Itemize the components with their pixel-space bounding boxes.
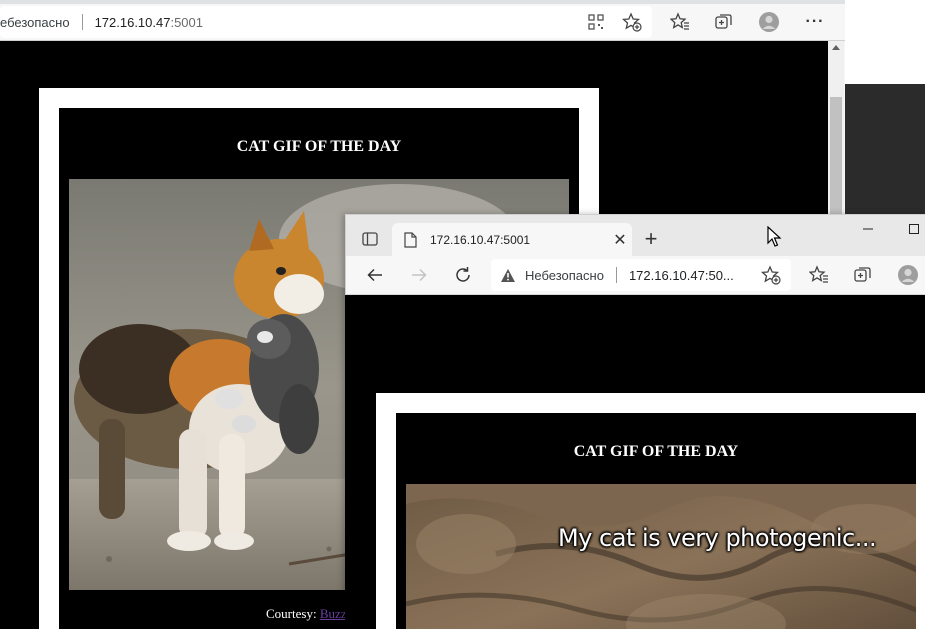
front-address-bar[interactable]: Небезопасно 172.16.10.47:50... [491, 259, 791, 291]
front-tab-bar: 172.16.10.47:5001 ✕ + [345, 214, 925, 257]
forward-icon[interactable] [407, 263, 431, 287]
cursor-icon [762, 225, 786, 249]
front-security-label[interactable]: Небезопасно [525, 268, 604, 283]
refresh-icon[interactable] [451, 263, 475, 287]
add-favorite-icon[interactable] [620, 10, 644, 34]
back-url-port[interactable]: :5001 [170, 15, 203, 30]
maximize-icon[interactable] [902, 217, 925, 241]
courtesy-link[interactable]: Buzz [320, 606, 347, 621]
profile-avatar-icon[interactable] [896, 263, 920, 287]
collections-icon[interactable] [712, 10, 736, 34]
back-url-host[interactable]: 172.16.10.47 [95, 15, 171, 30]
back-icon[interactable] [363, 263, 387, 287]
page-title: CAT GIF OF THE DAY [236, 138, 402, 155]
minimize-icon[interactable] [856, 217, 880, 241]
card-inner: CAT GIF OF THE DAY [396, 413, 916, 629]
tab-actions-icon[interactable] [358, 227, 382, 251]
favorites-icon[interactable] [668, 10, 692, 34]
desktop-background-dark [845, 84, 925, 214]
courtesy-text: Courtesy: Buzz [266, 606, 347, 622]
warning-icon[interactable] [491, 263, 525, 287]
collections-icon[interactable] [851, 263, 875, 287]
back-address-bar[interactable]: ебезопасно 172.16.10.47:5001 [0, 6, 652, 38]
card-frame: CAT GIF OF THE DAY [376, 393, 925, 629]
front-browser-window: 172.16.10.47:5001 ✕ + Небезопасно 172.16… [345, 214, 925, 629]
front-toolbar: Небезопасно 172.16.10.47:50... [345, 256, 925, 294]
courtesy-label: Courtesy: [266, 606, 320, 621]
address-divider [615, 267, 617, 283]
more-icon[interactable]: ··· [803, 10, 827, 34]
page-title: CAT GIF OF THE DAY [573, 443, 739, 460]
tab-title[interactable]: 172.16.10.47:5001 [430, 233, 530, 247]
back-security-label[interactable]: ебезопасно [0, 15, 70, 30]
qr-code-icon[interactable] [584, 10, 608, 34]
desktop-background [845, 0, 925, 84]
close-icon[interactable]: ✕ [608, 228, 632, 252]
active-tab[interactable]: 172.16.10.47:5001 ✕ [392, 223, 632, 257]
front-url[interactable]: 172.16.10.47:50... [629, 268, 734, 283]
back-toolbar: ебезопасно 172.16.10.47:5001 ··· [0, 4, 845, 40]
address-divider [81, 14, 83, 30]
scroll-up-arrow-icon[interactable] [832, 45, 840, 50]
new-tab-icon[interactable]: + [639, 226, 663, 251]
front-page-content: CAT GIF OF THE DAY My cat is very photog… [345, 295, 925, 629]
profile-avatar-icon[interactable] [757, 10, 781, 34]
meme-caption: My cat is very photogenic... [558, 524, 877, 552]
scroll-thumb[interactable] [830, 97, 842, 217]
page-icon [402, 228, 418, 252]
favorites-icon[interactable] [807, 263, 831, 287]
meme-gif-image: My cat is very photogenic... [406, 484, 916, 629]
add-favorite-icon[interactable] [759, 263, 783, 287]
